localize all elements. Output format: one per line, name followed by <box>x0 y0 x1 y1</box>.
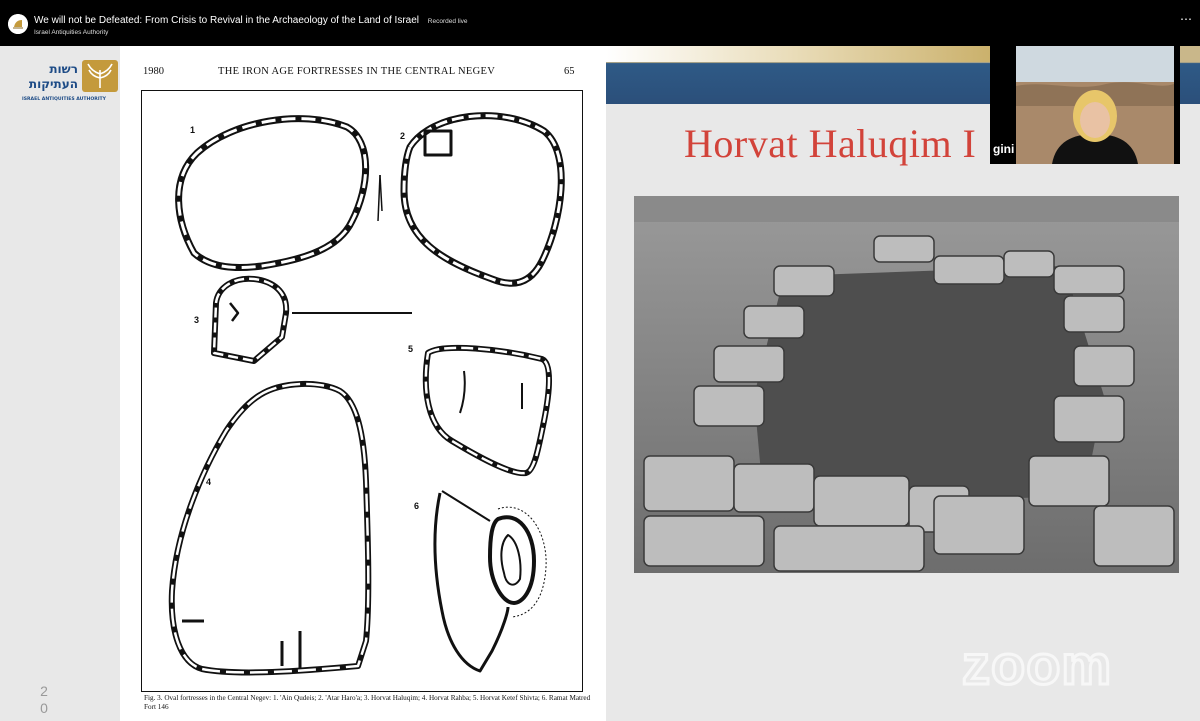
logo-hebrew-line-1: רשות <box>49 62 78 76</box>
participant-video-feed <box>1016 46 1174 164</box>
plan-label-3: 3 <box>194 315 199 325</box>
page-number: 65 <box>564 66 575 77</box>
slide-banner-gold-strip <box>606 46 1026 62</box>
logo-hebrew-line-2: העתיקות <box>29 77 78 91</box>
channel-name[interactable]: Israel Antiquities Authority <box>34 29 108 36</box>
plan-label-4: 4 <box>206 477 211 487</box>
video-title-bar: We will not be Defeated: From Crisis to … <box>0 0 1200 46</box>
video-title[interactable]: We will not be Defeated: From Crisis to … <box>34 15 468 26</box>
scanned-book-page: 1980 THE IRON AGE FORTRESSES IN THE CENT… <box>120 46 606 721</box>
slide-number-digit-1: 2 <box>40 683 48 699</box>
video-title-text[interactable]: We will not be Defeated: From Crisis to … <box>34 15 419 26</box>
plan-label-1: 1 <box>190 125 195 135</box>
figure-caption: Fig. 3. Oval fortresses in the Central N… <box>144 694 591 711</box>
excavation-photo <box>634 196 1179 573</box>
participant-name: gini <box>993 142 1015 156</box>
page-year: 1980 <box>143 66 164 77</box>
plan-label-6: 6 <box>414 501 419 511</box>
slide-number-digit-2: 0 <box>40 700 48 716</box>
channel-avatar[interactable] <box>8 14 28 34</box>
more-dots-icon[interactable]: ⋯ <box>1180 12 1192 26</box>
plan-label-2: 2 <box>400 131 405 141</box>
page-running-title: THE IRON AGE FORTRESSES IN THE CENTRAL N… <box>218 66 496 77</box>
recorded-live-label: Recorded live <box>427 18 468 25</box>
iaa-logo: רשות העתיקות ISRAEL ANTIQUITIES AUTHORIT… <box>20 60 120 104</box>
slide-number: 2 0 <box>38 683 50 717</box>
plan-label-5: 5 <box>408 344 413 354</box>
zoom-watermark: zoom <box>960 632 1113 698</box>
slide-title: Horvat Haluqim I <box>684 121 977 166</box>
fortress-plans-figure: 1 2 3 4 5 6 <box>141 90 583 692</box>
logo-english: ISRAEL ANTIQUITIES AUTHORITY <box>22 96 107 102</box>
